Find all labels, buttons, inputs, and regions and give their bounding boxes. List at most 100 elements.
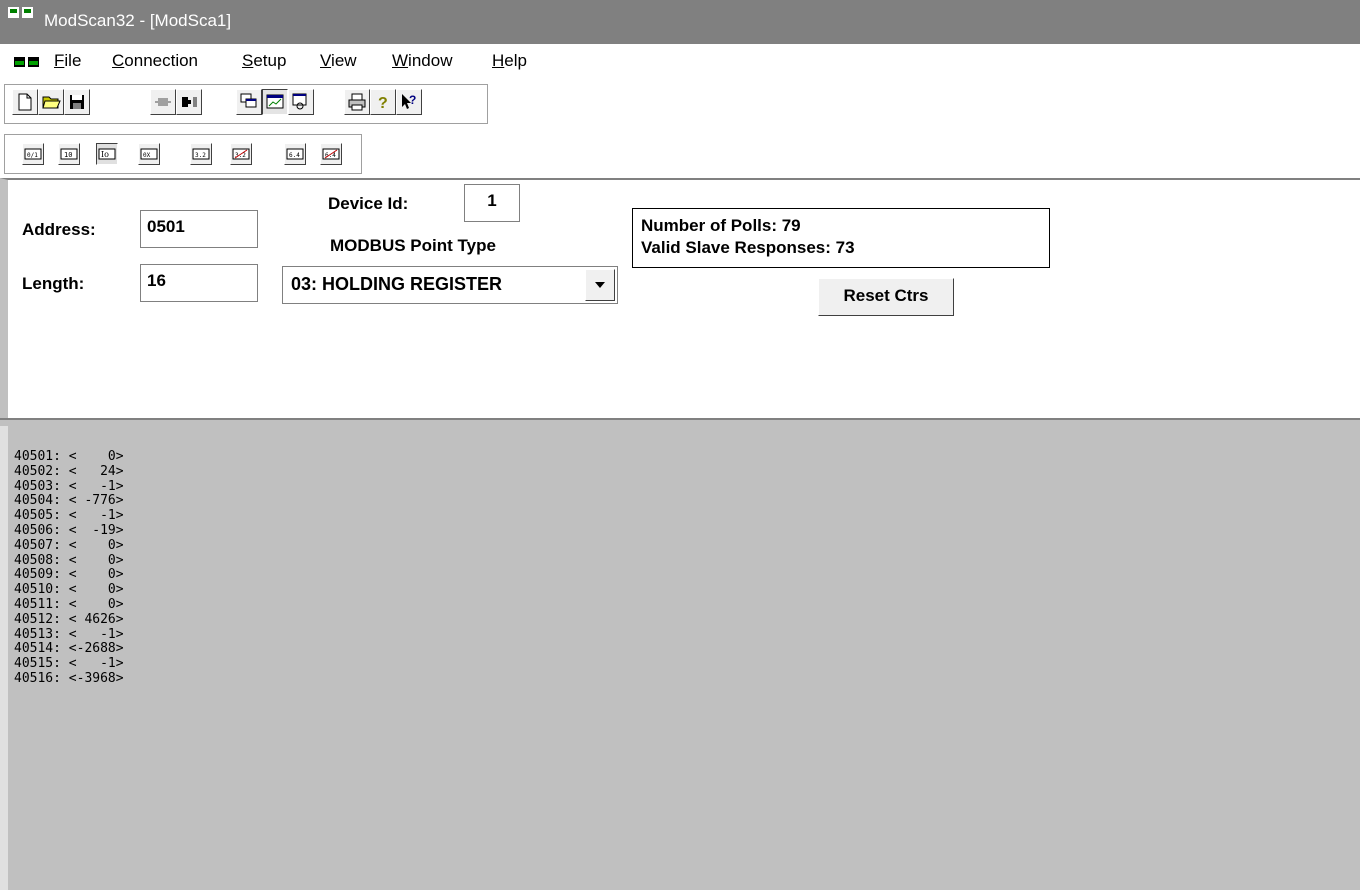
register-value: -19	[76, 522, 116, 538]
svg-text:0/1: 0/1	[27, 152, 38, 159]
main-toolbar: ? ?	[0, 78, 1360, 128]
register-row[interactable]: 40511: < 0>	[14, 596, 124, 613]
device-id-label: Device Id:	[328, 194, 409, 213]
register-value: -1	[76, 508, 116, 524]
register-address: 40511	[14, 596, 54, 612]
register-row[interactable]: 40513: < -1>	[14, 626, 124, 643]
register-value: -1	[76, 626, 116, 642]
format-double-button[interactable]: 6.4	[284, 143, 306, 165]
tile-button[interactable]	[236, 89, 262, 115]
polls-count: Number of Polls: 79	[641, 216, 801, 235]
register-row[interactable]: 40503: < -1>	[14, 478, 124, 495]
hex-format-icon: 0X	[140, 148, 158, 160]
register-address: 40510	[14, 582, 54, 598]
format-swapped-double-button[interactable]: 6.4	[320, 143, 342, 165]
context-help-icon: ?	[402, 93, 416, 109]
about-button[interactable]: ?	[370, 89, 396, 115]
disconnect-button[interactable]	[176, 89, 202, 115]
menu-file[interactable]: File	[54, 51, 81, 71]
register-row[interactable]: 40505: < -1>	[14, 508, 124, 524]
floppy-disk-icon	[70, 95, 84, 109]
format-binary-button[interactable]: 0/1	[22, 143, 44, 165]
register-address: 40502	[14, 463, 54, 479]
display-window-icon	[266, 94, 284, 109]
device-id-field[interactable]: 1	[464, 184, 520, 222]
document-window-icon[interactable]	[14, 57, 40, 69]
format-decimal-button[interactable]: 10	[58, 143, 80, 165]
register-row[interactable]: 40502: < 24>	[14, 463, 124, 480]
address-label: Address:	[22, 220, 96, 239]
register-address: 40509	[14, 567, 54, 583]
svg-text:?: ?	[409, 93, 416, 107]
printer-icon	[348, 93, 366, 111]
cascade-button[interactable]	[288, 89, 314, 115]
point-type-label: MODBUS Point Type	[330, 236, 496, 255]
register-value: -2688	[76, 641, 116, 657]
register-address: 40503	[14, 478, 54, 494]
print-button[interactable]	[344, 89, 370, 115]
point-type-select[interactable]: 03: HOLDING REGISTER	[282, 266, 618, 304]
format-hex-button[interactable]: 0X	[138, 143, 160, 165]
register-row[interactable]: 40510: < 0>	[14, 582, 124, 598]
register-value: 0	[76, 582, 116, 598]
register-value: 0	[76, 537, 116, 553]
register-address: 40508	[14, 552, 54, 568]
title-bar[interactable]: ModScan32 - [ModSca1]	[0, 0, 1360, 44]
register-list: 40501: < 0> 40502: < 24> 40503: < -1> 40504…	[14, 449, 124, 687]
poll-stats-box: Number of Polls: 79 Valid Slave Response…	[632, 208, 1050, 268]
window-title: ModScan32 - [ModSca1]	[44, 11, 232, 30]
menu-setup[interactable]: Setup	[242, 51, 286, 71]
dropdown-button[interactable]	[585, 269, 615, 301]
context-help-button[interactable]: ?	[396, 89, 422, 115]
register-row[interactable]: 40515: < -1>	[14, 656, 124, 672]
menu-view[interactable]: View	[320, 51, 357, 71]
register-row[interactable]: 40512: < 4626>	[14, 611, 124, 628]
connect-icon	[155, 98, 171, 106]
svg-text:0X: 0X	[143, 152, 151, 159]
register-row[interactable]: 40506: < -19>	[14, 522, 124, 539]
svg-text:3.2: 3.2	[235, 152, 246, 159]
display-button[interactable]	[262, 89, 288, 115]
register-value: -1	[76, 478, 116, 494]
register-value: 0	[76, 449, 116, 464]
save-button[interactable]	[64, 89, 90, 115]
register-row[interactable]: 40508: < 0>	[14, 552, 124, 569]
menu-help[interactable]: Help	[492, 51, 527, 71]
integer-format-icon: Io	[98, 148, 116, 160]
new-document-icon	[18, 93, 32, 111]
swapped-float-format-icon: 3.2	[232, 148, 250, 160]
new-button[interactable]	[12, 89, 38, 115]
question-mark-icon: ?	[378, 95, 388, 112]
menu-connection[interactable]: Connection	[112, 51, 198, 71]
register-value: -1	[76, 656, 116, 672]
register-address: 40512	[14, 611, 54, 627]
float-format-icon: 3.2	[192, 148, 210, 160]
reset-counters-button[interactable]: Reset Ctrs	[818, 278, 954, 316]
open-button[interactable]	[38, 89, 64, 115]
register-row[interactable]: 40507: < 0>	[14, 537, 124, 554]
register-row[interactable]: 40509: < 0>	[14, 567, 124, 583]
menu-window[interactable]: Window	[392, 51, 452, 71]
swapped-double-format-icon: 6.4	[322, 148, 340, 160]
format-float-button[interactable]: 3.2	[190, 143, 212, 165]
connect-button[interactable]	[150, 89, 176, 115]
register-row[interactable]: 40501: < 0>	[14, 449, 124, 465]
register-row[interactable]: 40504: < -776>	[14, 493, 124, 509]
length-field[interactable]: 16	[140, 264, 258, 302]
point-type-value: 03: HOLDING REGISTER	[291, 274, 503, 294]
pane-splitter[interactable]	[0, 418, 1360, 426]
format-integer-button[interactable]: Io	[96, 143, 118, 165]
svg-text:10: 10	[64, 151, 72, 159]
length-label: Length:	[22, 274, 85, 293]
register-row[interactable]: 40516: <-3968>	[14, 671, 124, 687]
register-row[interactable]: 40514: <-2688>	[14, 641, 124, 657]
format-swapped-float-button[interactable]: 3.2	[230, 143, 252, 165]
register-value: 0	[76, 552, 116, 568]
address-field[interactable]: 0501	[140, 210, 258, 248]
svg-text:6.4: 6.4	[289, 152, 300, 159]
app-icon	[8, 7, 33, 18]
svg-text:6.4: 6.4	[325, 152, 336, 159]
tile-windows-icon	[240, 93, 257, 108]
register-value: 0	[76, 567, 116, 583]
register-address: 40507	[14, 537, 54, 553]
